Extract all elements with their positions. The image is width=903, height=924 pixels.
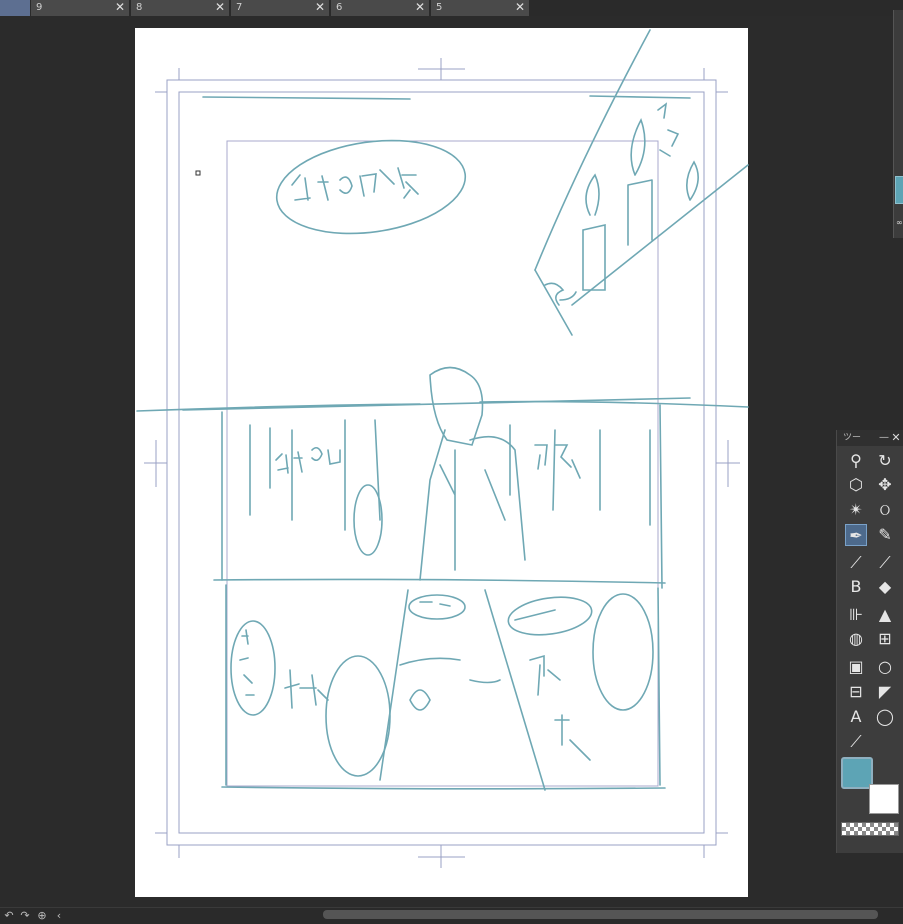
ellipse-icon[interactable]: ○ [874,656,896,678]
scroll-left-icon[interactable]: ‹ [52,908,66,924]
correct-line-icon[interactable]: ⟋ [845,731,867,753]
lasso-icon[interactable]: ଠ [874,499,896,521]
close-icon[interactable]: ✕ [890,430,902,446]
figure-icon[interactable]: ◤ [874,681,896,703]
undo-icon[interactable]: ↶ [2,908,16,924]
rotate-icon[interactable]: ↻ [874,450,896,472]
pencil-sketch [136,29,749,791]
object-icon[interactable]: ⬡ [845,474,867,496]
horizontal-scrollbar[interactable] [323,910,878,919]
decoration-icon[interactable]: B [845,576,867,598]
blend-icon[interactable]: ◍ [845,628,867,650]
redo-icon[interactable]: ↷ [18,908,32,924]
pencil-icon[interactable]: ✎ [874,524,896,546]
eraser-icon[interactable]: ◆ [874,576,896,598]
frame-icon[interactable]: ⊞ [874,628,896,650]
color-swatch[interactable] [895,176,903,204]
tool-panel-header[interactable]: ツー — ✕ [837,430,903,446]
zoom-icon[interactable]: ⚲ [845,450,867,472]
pen-icon[interactable]: ✒ [845,524,867,546]
eyedropper-icon[interactable]: ⟋ [874,552,896,574]
navigator-icon[interactable]: ⊕ [35,908,49,924]
transparent-color-swatch[interactable] [841,822,899,836]
gradient-icon[interactable]: ▣ [845,656,867,678]
auto-select-icon[interactable]: ✴ [845,499,867,521]
brush-icon[interactable]: ⟋ [845,552,867,574]
airbrush-icon[interactable]: ⊪ [845,604,867,626]
move-icon[interactable]: ✥ [874,474,896,496]
ruler-icon[interactable]: ⊟ [845,681,867,703]
minimize-icon[interactable]: — [879,430,889,446]
cake-icon[interactable]: ▲ [874,604,896,626]
link-icon: ∞ [896,218,903,227]
canvas-sketch[interactable] [0,0,903,923]
balloon-icon[interactable]: ◯ [874,706,896,728]
background-color-swatch[interactable] [869,784,899,814]
tool-panel-title: ツー [843,433,862,443]
text-icon[interactable]: A [845,706,867,728]
